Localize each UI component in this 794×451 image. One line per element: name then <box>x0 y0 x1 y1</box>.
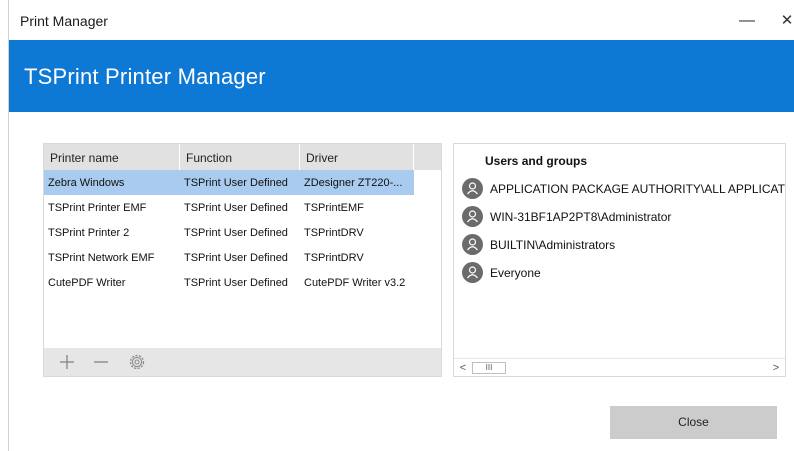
column-header-driver[interactable]: Driver <box>300 144 414 170</box>
scrollbar-thumb[interactable]: III <box>472 362 506 374</box>
printer-name-cell: CutePDF Writer <box>48 277 126 289</box>
gear-icon[interactable] <box>126 352 148 374</box>
printer-driver-cell: TSPrintEMF <box>304 202 364 214</box>
plus-icon[interactable] <box>56 351 78 373</box>
window-title: Print Manager <box>20 13 108 29</box>
printer-row[interactable]: Zebra Windows TSPrint User Defined ZDesi… <box>44 170 414 195</box>
horizontal-scrollbar[interactable]: < III > <box>454 358 785 376</box>
printer-row[interactable]: TSPrint Network EMF TSPrint User Defined… <box>44 245 441 270</box>
printer-function-cell: TSPrint User Defined <box>184 227 288 239</box>
user-icon <box>462 178 483 199</box>
user-name: APPLICATION PACKAGE AUTHORITY\ALL APPLIC… <box>490 182 785 196</box>
printer-row[interactable]: CutePDF Writer TSPrint User Defined Cute… <box>44 270 441 295</box>
user-icon <box>462 262 483 283</box>
printer-name-cell: TSPrint Printer 2 <box>48 227 130 239</box>
printer-name-cell: Zebra Windows <box>48 177 125 189</box>
printer-name-cell: TSPrint Printer EMF <box>48 202 147 214</box>
user-icon <box>462 234 483 255</box>
close-button[interactable]: Close <box>610 406 777 439</box>
printer-driver-cell: CutePDF Writer v3.2 <box>304 277 406 289</box>
printer-function-cell: TSPrint User Defined <box>184 252 288 264</box>
printer-driver-cell: TSPrintDRV <box>304 252 364 264</box>
user-icon <box>462 206 483 227</box>
printer-row[interactable]: TSPrint Printer EMF TSPrint User Defined… <box>44 195 441 220</box>
printer-driver-cell: ZDesigner ZT220-... <box>304 177 403 189</box>
printer-function-cell: TSPrint User Defined <box>184 177 288 189</box>
users-and-groups-panel: Users and groups APPLICATION PACKAGE AUT… <box>453 143 786 377</box>
printer-name-cell: TSPrint Network EMF <box>48 252 155 264</box>
printers-list-header: Printer name Function Driver <box>44 144 441 170</box>
print-manager-window: Print Manager — ✕ TSPrint Printer Manage… <box>8 0 794 451</box>
printer-function-cell: TSPrint User Defined <box>184 277 288 289</box>
printers-rows: Zebra Windows TSPrint User Defined ZDesi… <box>44 170 441 295</box>
minimize-button[interactable]: — <box>732 8 762 34</box>
title-bar: Print Manager — ✕ <box>9 0 794 40</box>
scroll-right-button[interactable]: > <box>769 361 783 375</box>
printers-list: Printer name Function Driver Zebra Windo… <box>43 143 442 377</box>
users-and-groups-heading: Users and groups <box>485 154 588 168</box>
user-name: BUILTIN\Administrators <box>490 238 616 252</box>
column-header-function[interactable]: Function <box>180 144 300 170</box>
column-header-filler <box>414 144 441 170</box>
printer-function-cell: TSPrint User Defined <box>184 202 288 214</box>
printer-row[interactable]: TSPrint Printer 2 TSPrint User Defined T… <box>44 220 441 245</box>
user-name: WIN-31BF1AP2PT8\Administrator <box>490 210 672 224</box>
page-title: TSPrint Printer Manager <box>24 64 266 89</box>
printers-toolbar <box>44 348 441 376</box>
scroll-left-button[interactable]: < <box>456 361 470 375</box>
user-name: Everyone <box>490 266 541 280</box>
header-banner: TSPrint Printer Manager <box>9 40 794 112</box>
column-header-printer-name[interactable]: Printer name <box>44 144 180 170</box>
minus-icon[interactable] <box>90 351 112 373</box>
printer-driver-cell: TSPrintDRV <box>304 227 364 239</box>
window-close-button[interactable]: ✕ <box>772 8 794 34</box>
